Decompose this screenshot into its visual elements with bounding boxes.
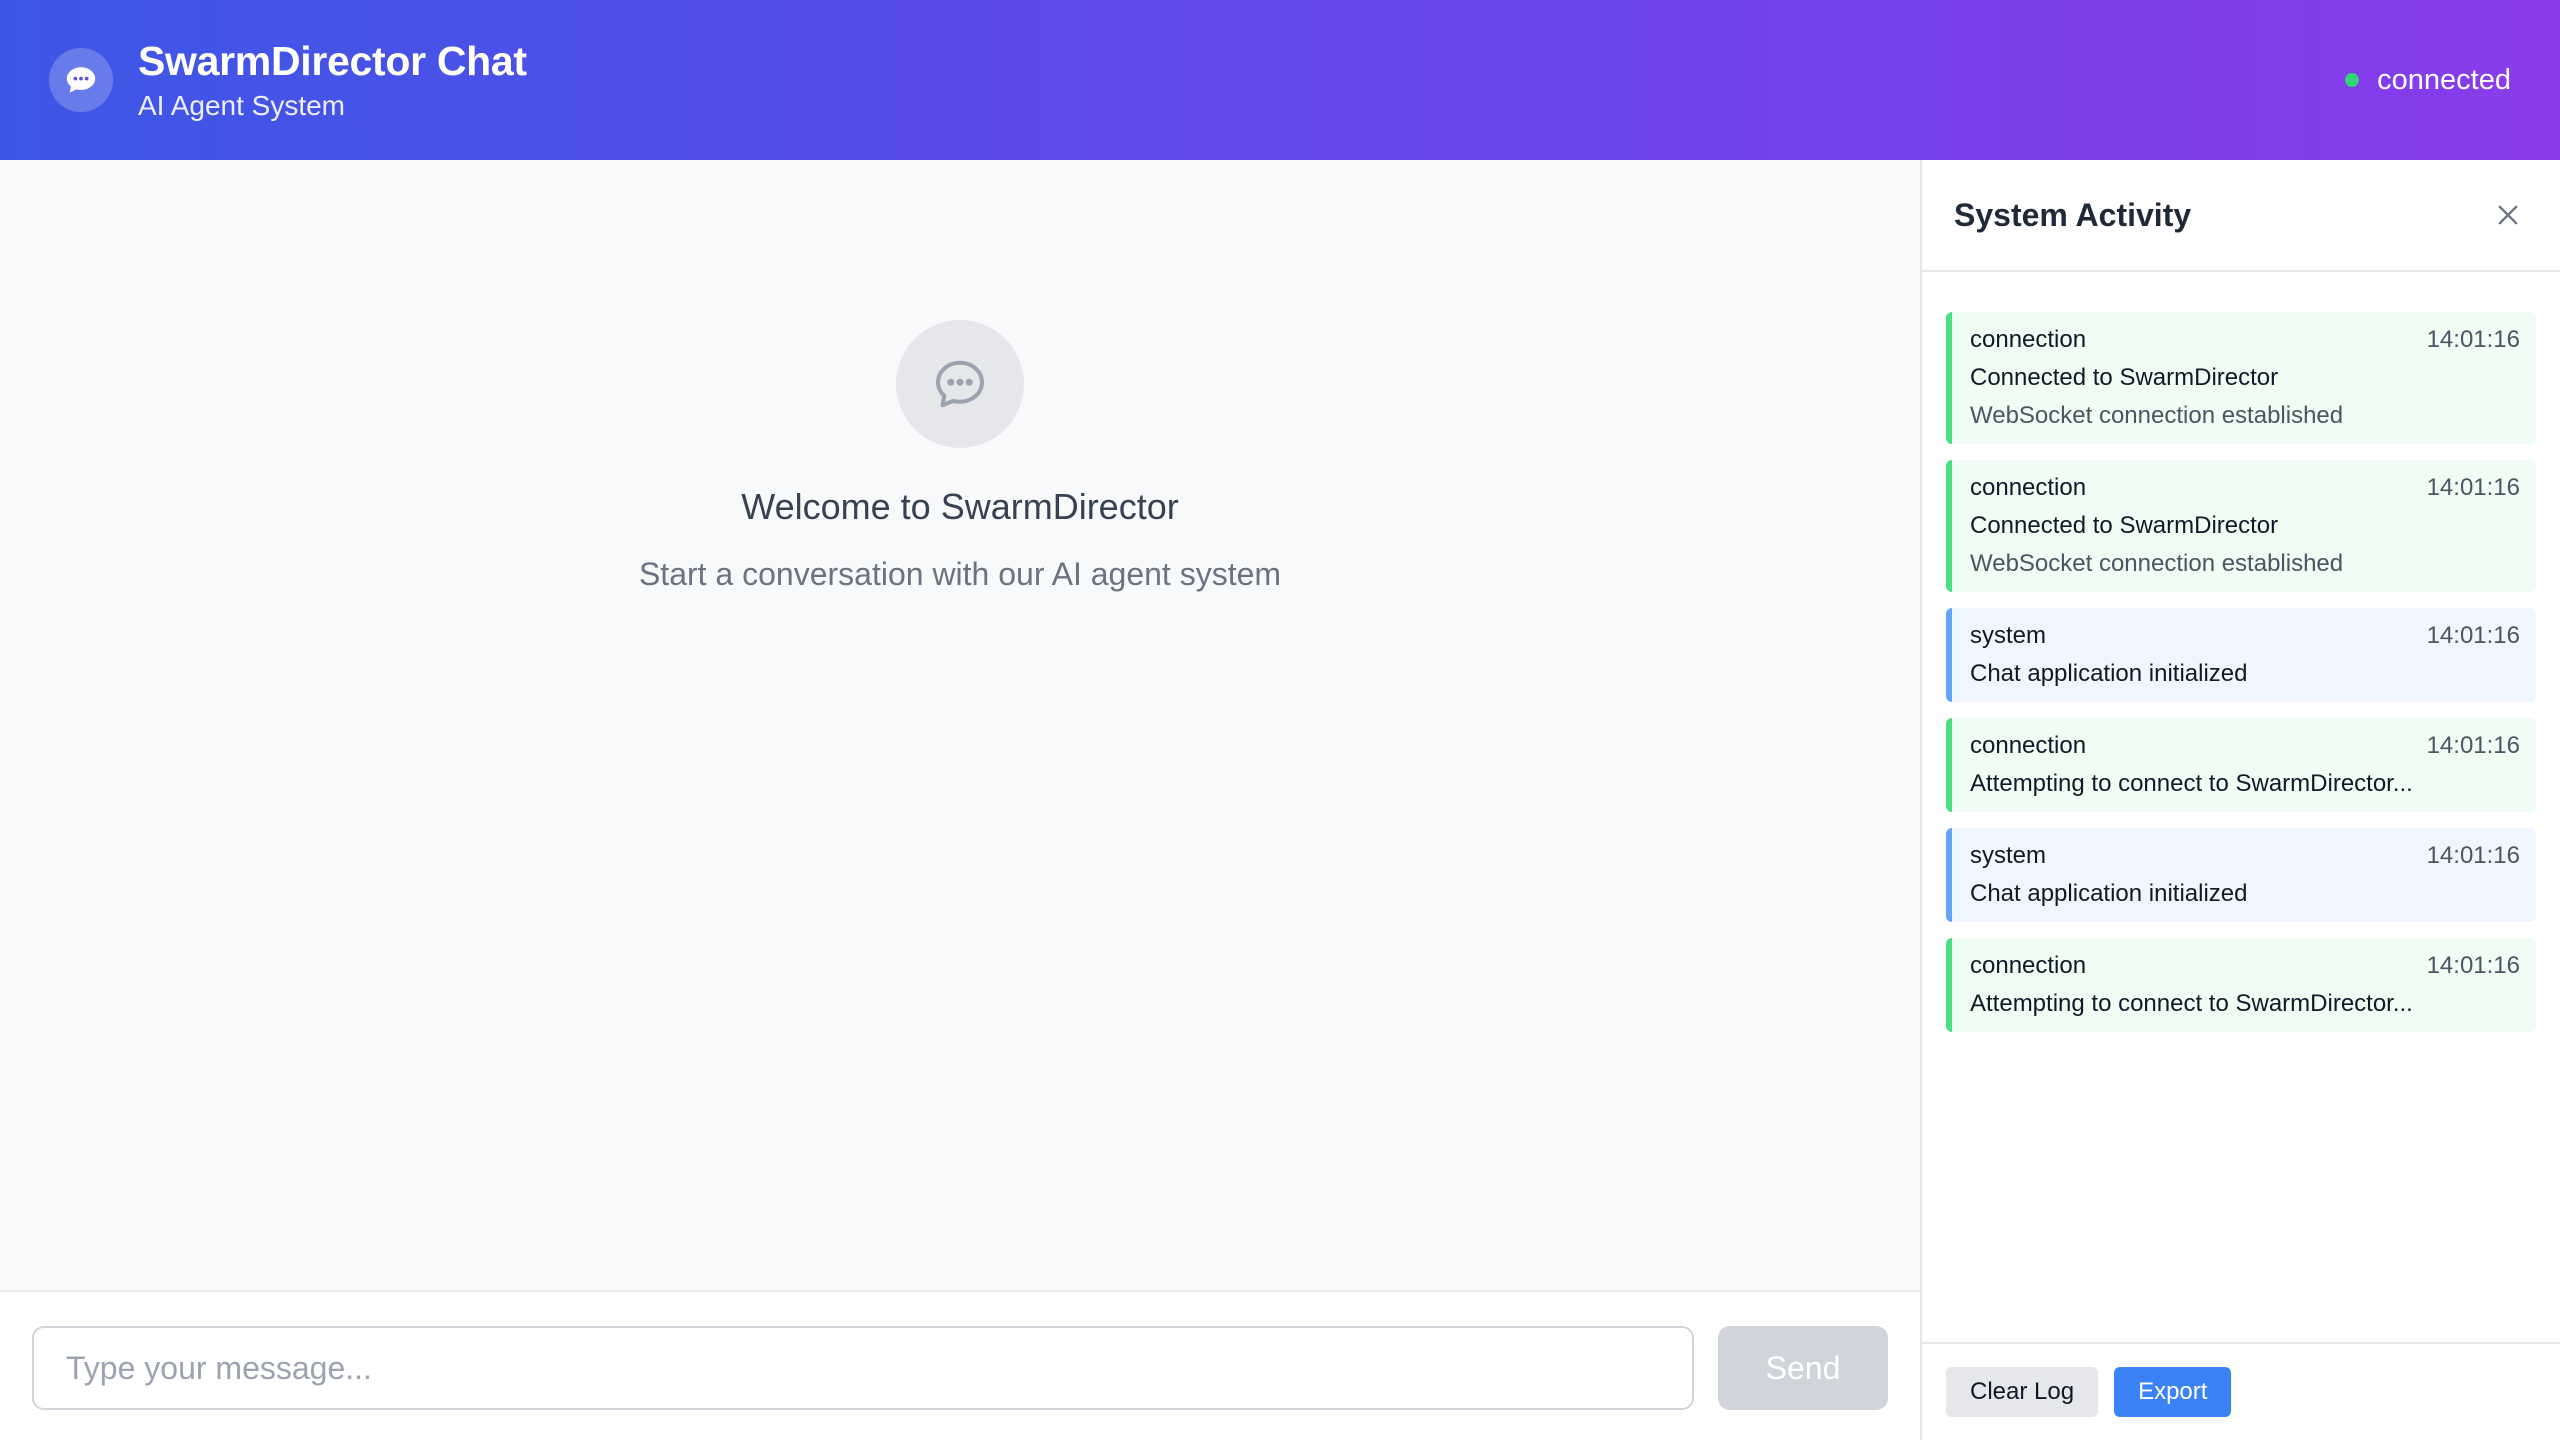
- log-item: connection 14:01:16 Connected to SwarmDi…: [1946, 460, 2536, 592]
- chat-bubble-icon: [49, 48, 113, 112]
- log-type: connection: [1970, 474, 2087, 501]
- app-header: SwarmDirector Chat AI Agent System conne…: [0, 0, 2560, 160]
- welcome-title: Welcome to SwarmDirector: [741, 486, 1179, 527]
- log-item: system 14:01:16 Chat application initial…: [1946, 608, 2536, 702]
- log-time: 14:01:16: [2426, 474, 2520, 501]
- log-time: 14:01:16: [2426, 732, 2520, 759]
- log-message: Attempting to connect to SwarmDirector..…: [1970, 770, 2413, 797]
- app-subtitle: AI Agent System: [138, 90, 345, 121]
- welcome-text: Start a conversation with our AI agent s…: [638, 556, 1282, 592]
- log-message: Attempting to connect to SwarmDirector..…: [1970, 990, 2413, 1017]
- log-message: Connected to SwarmDirector: [1970, 364, 2279, 391]
- log-detail: WebSocket connection established: [1970, 550, 2344, 577]
- activity-sidebar: System Activity connection 14:01:16 Conn…: [1920, 160, 2560, 1440]
- activity-log-list: connection 14:01:16 Connected to SwarmDi…: [1946, 312, 2536, 1048]
- app-title: SwarmDirector Chat: [138, 38, 527, 84]
- log-detail: WebSocket connection established: [1970, 402, 2344, 429]
- log-time: 14:01:16: [2426, 622, 2520, 649]
- welcome-panel: Welcome to SwarmDirector Start a convers…: [0, 320, 1920, 593]
- log-message: Chat application initialized: [1970, 880, 2248, 907]
- close-icon[interactable]: [2488, 195, 2528, 235]
- log-type: connection: [1970, 952, 2087, 979]
- log-type: connection: [1970, 732, 2087, 759]
- log-item: connection 14:01:16 Connected to SwarmDi…: [1946, 312, 2536, 444]
- chat-area: Welcome to SwarmDirector Start a convers…: [0, 160, 1920, 1290]
- log-type: system: [1970, 622, 2047, 649]
- message-input[interactable]: [32, 1326, 1694, 1410]
- message-input-bar: Send: [0, 1290, 1920, 1440]
- export-button[interactable]: Export: [2114, 1367, 2232, 1417]
- log-message: Connected to SwarmDirector: [1970, 512, 2279, 539]
- log-type: system: [1970, 842, 2047, 869]
- log-type: connection: [1970, 326, 2087, 353]
- connection-status: connected: [2345, 64, 2511, 97]
- log-time: 14:01:16: [2426, 952, 2520, 979]
- chat-bubble-icon: [896, 320, 1024, 448]
- log-time: 14:01:16: [2426, 842, 2520, 869]
- log-item: connection 14:01:16 Attempting to connec…: [1946, 718, 2536, 812]
- sidebar-footer: Clear Log Export: [1922, 1342, 2560, 1440]
- send-button[interactable]: Send: [1718, 1326, 1888, 1410]
- sidebar-header: System Activity: [1922, 160, 2560, 272]
- log-message: Chat application initialized: [1970, 660, 2248, 687]
- log-time: 14:01:16: [2426, 326, 2520, 353]
- log-item: connection 14:01:16 Attempting to connec…: [1946, 938, 2536, 1032]
- status-dot: [2345, 73, 2360, 87]
- clear-log-button[interactable]: Clear Log: [1946, 1367, 2099, 1417]
- sidebar-title: System Activity: [1954, 196, 2192, 233]
- log-item: system 14:01:16 Chat application initial…: [1946, 828, 2536, 922]
- status-label: connected: [2377, 63, 2511, 96]
